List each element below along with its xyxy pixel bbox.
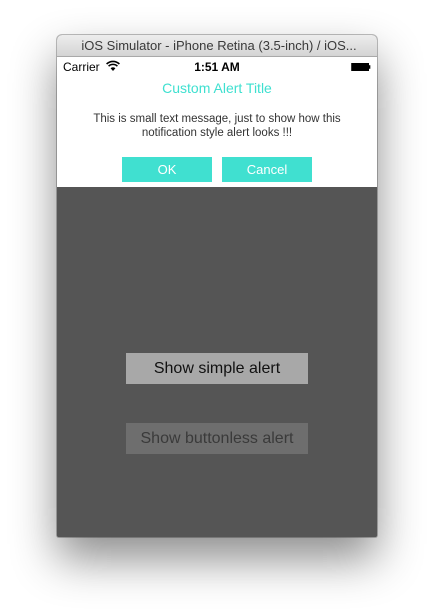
show-buttonless-alert-button[interactable]: Show buttonless alert [126,423,308,454]
alert-title: Custom Alert Title [162,80,272,96]
alert-message: This is small text message, just to show… [93,113,341,139]
window-title: iOS Simulator - iPhone Retina (3.5-inch)… [81,38,357,53]
cancel-button[interactable]: Cancel [222,157,312,182]
desktop-background: iOS Simulator - iPhone Retina (3.5-inch)… [0,0,434,616]
status-bar: Carrier 1:51 AM [57,57,377,77]
notification-alert: Custom Alert Title This is small text me… [57,77,377,187]
window-titlebar[interactable]: iOS Simulator - iPhone Retina (3.5-inch)… [57,35,377,57]
status-time: 1:51 AM [194,60,240,74]
ok-button[interactable]: OK [122,157,212,182]
show-simple-alert-button[interactable]: Show simple alert [126,353,308,384]
battery-icon [351,63,371,71]
simulator-window: iOS Simulator - iPhone Retina (3.5-inch)… [57,35,377,537]
device-screen: Carrier 1:51 AM Custom Alert Title This … [57,57,377,537]
